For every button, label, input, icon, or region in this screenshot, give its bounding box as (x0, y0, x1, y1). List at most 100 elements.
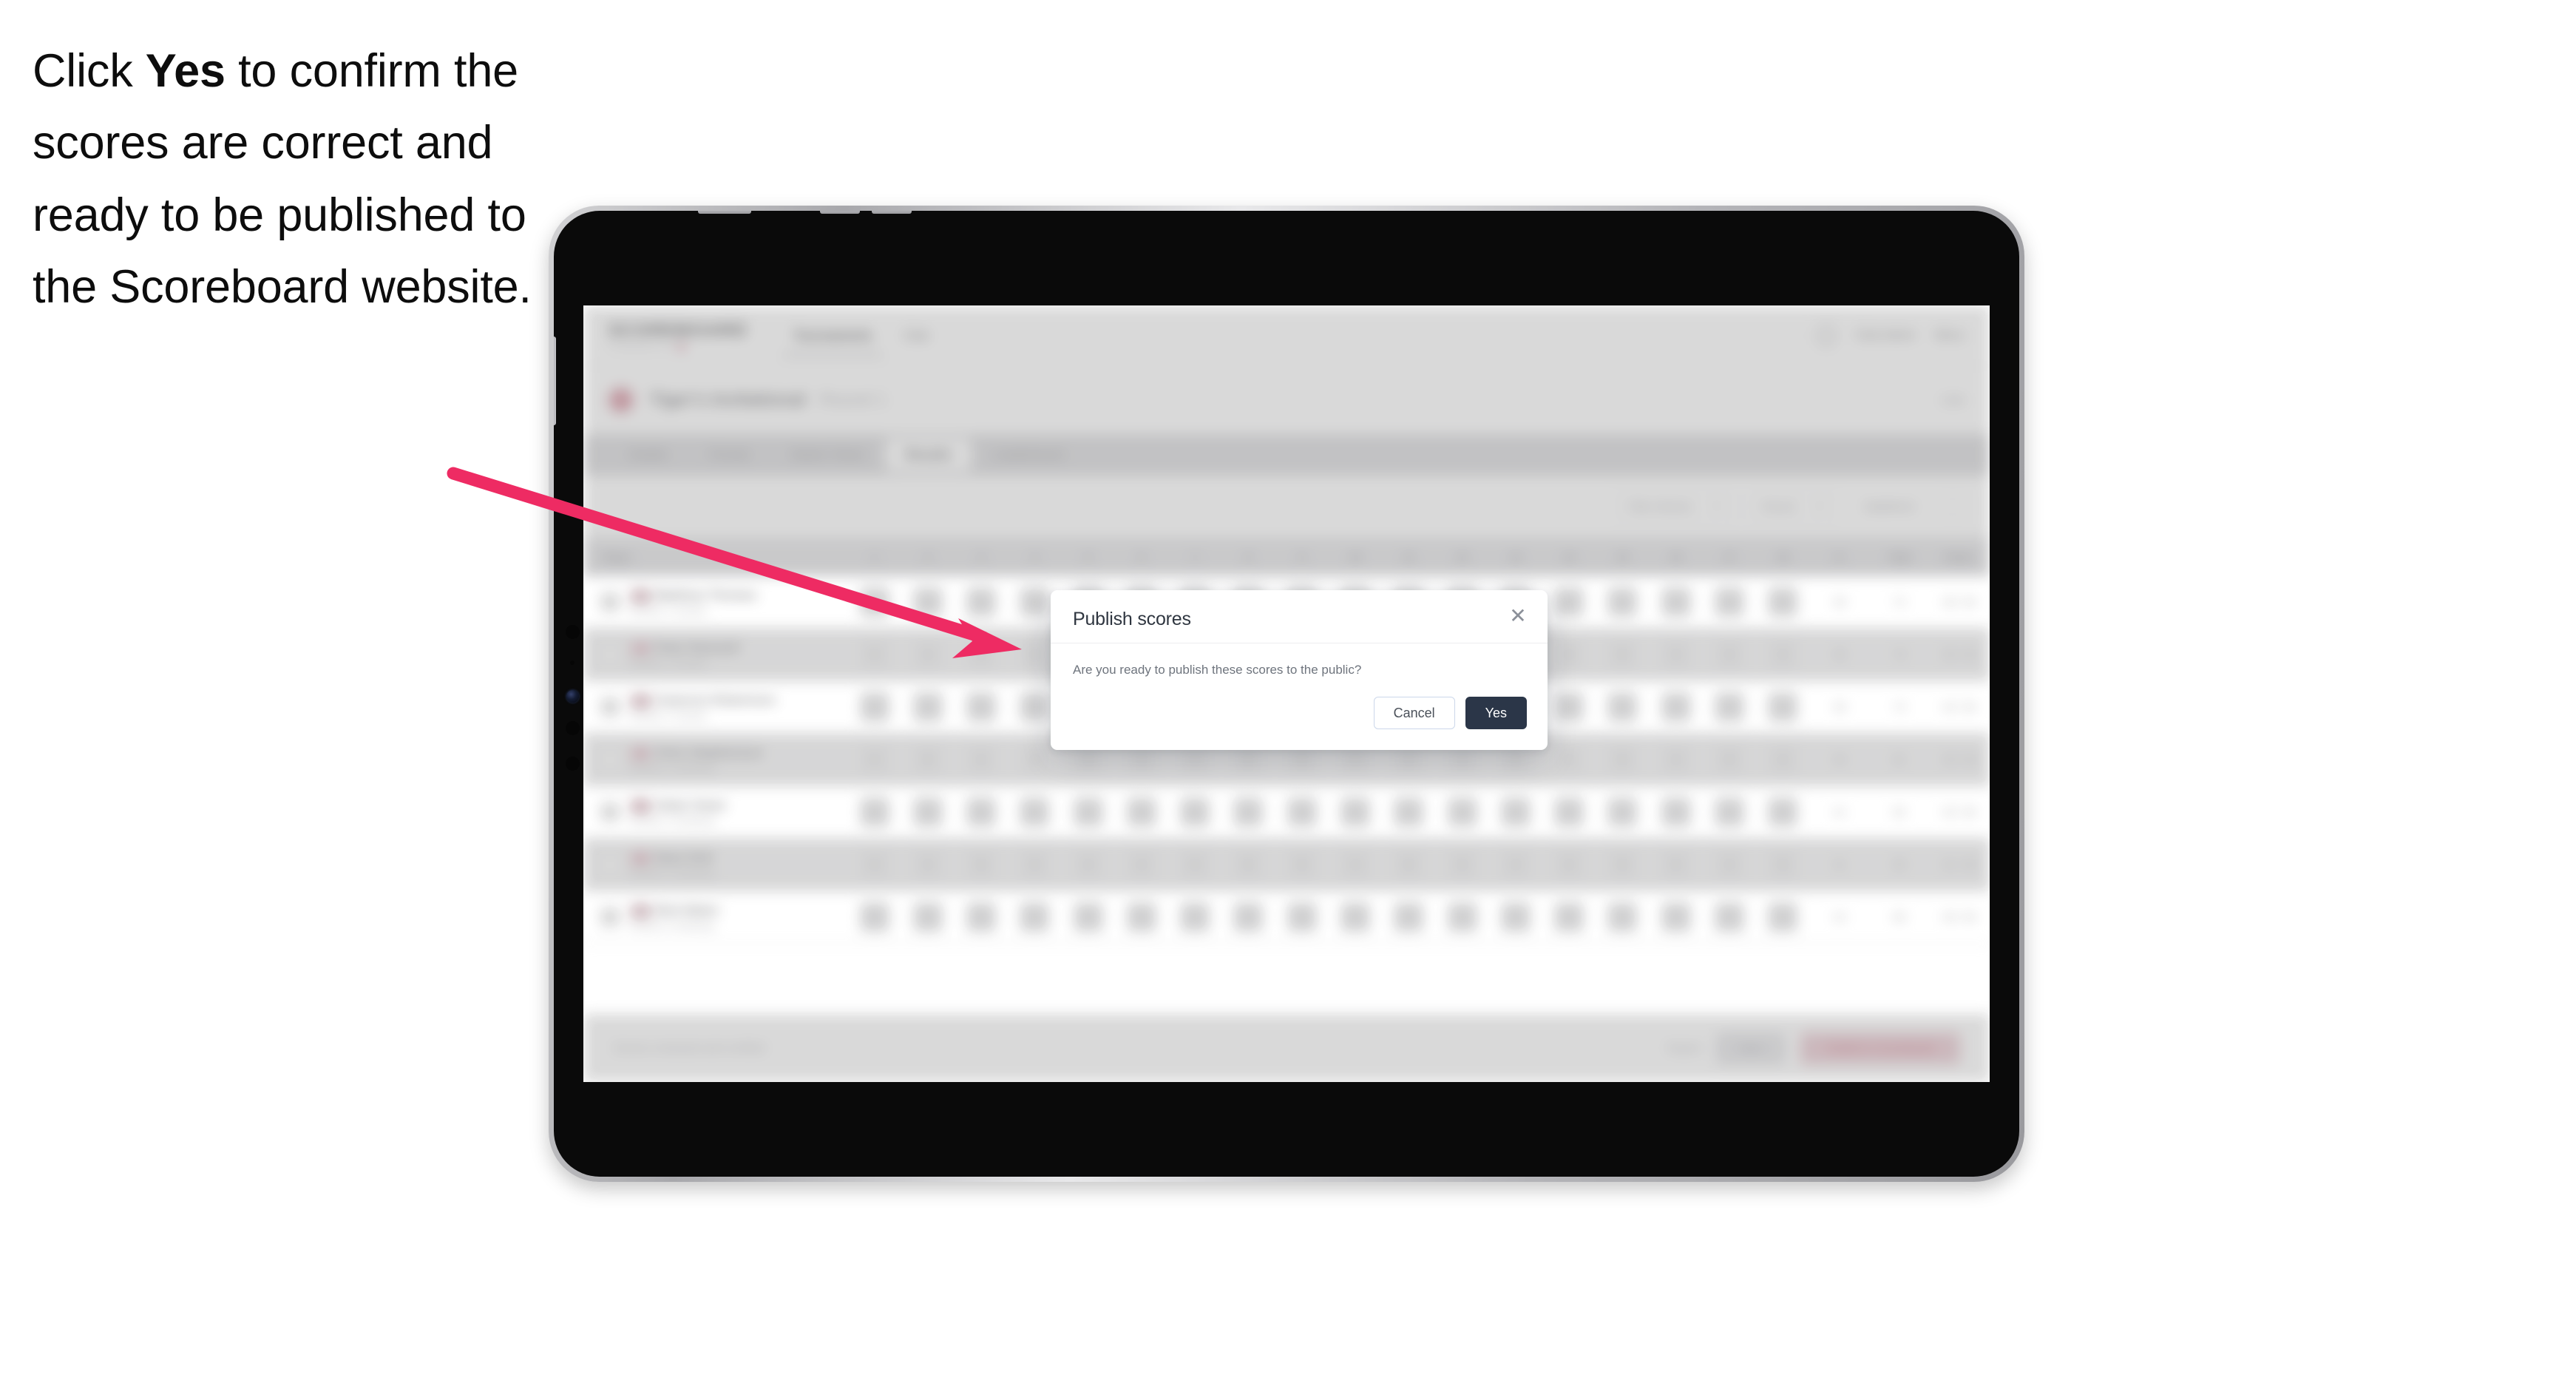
score-cell[interactable]: 4 (1168, 890, 1222, 944)
score-cell[interactable]: 5 (1702, 733, 1757, 786)
score-cell[interactable]: 4 (1649, 733, 1703, 786)
score-cell[interactable]: 5 (901, 890, 955, 944)
score-cell[interactable]: 4 (1221, 785, 1275, 839)
score-cell[interactable]: 4 (1542, 733, 1596, 786)
score-cell[interactable]: 4 (1008, 890, 1062, 944)
score-cell[interactable]: 4 (847, 680, 901, 734)
score-cell[interactable]: 5 (1328, 890, 1383, 944)
score-cell[interactable]: 4 (1756, 890, 1810, 944)
score-cell[interactable]: 5 (847, 733, 901, 786)
score-cell[interactable]: 5 (1275, 838, 1329, 891)
row-checkbox[interactable] (600, 907, 620, 927)
export-link[interactable]: Export (1667, 1042, 1701, 1055)
score-cell[interactable]: 4 (955, 628, 1009, 681)
tab-details[interactable]: Details (609, 434, 688, 476)
score-cell[interactable]: 4 (1756, 733, 1810, 786)
score-cell[interactable]: 4 (1702, 785, 1757, 839)
row-checkbox[interactable] (600, 592, 620, 612)
score-cell[interactable]: 4 (1649, 576, 1703, 629)
score-cell[interactable]: 4 (1542, 680, 1596, 734)
score-cell[interactable]: 5 (847, 890, 901, 944)
score-cell[interactable]: 5 (847, 838, 901, 891)
score-cell[interactable]: 4 (1114, 838, 1169, 891)
filter-division-select[interactable]: Filter division (1613, 491, 1735, 522)
score-cell[interactable]: 4 (901, 680, 955, 734)
score-cell[interactable]: 4 (1702, 838, 1757, 891)
score-cell[interactable]: 5 (1168, 785, 1222, 839)
score-cell[interactable]: 5 (1756, 785, 1810, 839)
filter-format-select[interactable]: Stableford (1850, 492, 1928, 521)
row-checkbox[interactable] (600, 802, 620, 822)
tab-leaderboard[interactable]: Leaderboard (972, 434, 1084, 476)
score-cell[interactable]: 5 (1596, 838, 1650, 891)
score-cell[interactable]: 5 (1382, 890, 1436, 944)
score-cell[interactable]: 4 (901, 628, 955, 681)
yes-button[interactable]: Yes (1465, 697, 1527, 729)
nav-item-club[interactable]: Club (904, 309, 929, 362)
score-cell[interactable]: 4 (1702, 628, 1757, 681)
bell-icon[interactable] (1817, 325, 1837, 345)
score-cell[interactable]: 4 (1596, 890, 1650, 944)
grid-view-icon[interactable] (1941, 495, 1965, 518)
score-cell[interactable]: 3 (1596, 576, 1650, 629)
score-cell[interactable]: 5 (1382, 838, 1436, 891)
score-cell[interactable]: 5 (1649, 785, 1703, 839)
score-cell[interactable]: 5 (1596, 733, 1650, 786)
row-checkbox[interactable] (600, 855, 620, 874)
score-cell[interactable]: 4 (1596, 680, 1650, 734)
score-cell[interactable]: 5 (1649, 890, 1703, 944)
score-cell[interactable]: 4 (1488, 838, 1542, 891)
score-cell[interactable]: 5 (1542, 785, 1596, 839)
score-cell[interactable]: 5 (955, 890, 1009, 944)
score-cell[interactable]: 5 (1008, 838, 1062, 891)
score-cell[interactable]: 4 (1756, 628, 1810, 681)
score-cell[interactable]: 5 (1435, 838, 1489, 891)
score-cell[interactable]: 4 (1061, 785, 1115, 839)
score-cell[interactable]: 4 (1435, 890, 1489, 944)
score-cell[interactable]: 4 (1649, 628, 1703, 681)
score-cell[interactable]: 4 (1061, 838, 1115, 891)
score-cell[interactable]: 4 (1328, 838, 1383, 891)
score-cell[interactable]: 5 (1168, 838, 1222, 891)
score-cell[interactable]: 5 (1382, 785, 1436, 839)
save-button[interactable]: Save (1716, 1032, 1786, 1064)
score-cell[interactable]: 5 (1221, 890, 1275, 944)
score-cell[interactable]: 5 (1488, 890, 1542, 944)
score-cell[interactable]: 5 (1114, 890, 1169, 944)
score-cell[interactable]: 5 (1061, 890, 1115, 944)
score-cell[interactable]: 4 (1702, 576, 1757, 629)
score-cell[interactable]: 4 (1488, 785, 1542, 839)
score-cell[interactable]: 3 (1702, 680, 1757, 734)
close-icon[interactable]: ✕ (1508, 606, 1528, 627)
score-cell[interactable]: 5 (1542, 576, 1596, 629)
score-cell[interactable]: 5 (1275, 785, 1329, 839)
nav-item-tournaments[interactable]: Tournaments (783, 309, 884, 362)
tab-starter-sheet[interactable]: Starter Sheet (770, 434, 885, 476)
score-cell[interactable]: 5 (1221, 838, 1275, 891)
score-cell[interactable]: 5 (1702, 890, 1757, 944)
score-cell[interactable]: 4 (847, 576, 901, 629)
score-cell[interactable]: 4 (1756, 680, 1810, 734)
score-cell[interactable]: 5 (1542, 890, 1596, 944)
score-cell[interactable]: 4 (1542, 838, 1596, 891)
score-cell[interactable]: 5 (1649, 680, 1703, 734)
score-cell[interactable]: 5 (955, 838, 1009, 891)
row-checkbox[interactable] (600, 750, 620, 769)
tab-results[interactable]: Results (884, 439, 972, 471)
score-cell[interactable]: 4 (847, 785, 901, 839)
score-cell[interactable]: 5 (1114, 785, 1169, 839)
score-cell[interactable]: 5 (1596, 628, 1650, 681)
score-cell[interactable]: 3 (901, 576, 955, 629)
table-row[interactable]: C1 Nick Baker Division 3 Handicap 5 5 5 4 5 5 4 5… (583, 890, 1990, 944)
score-cell[interactable]: 4 (1596, 785, 1650, 839)
score-cell[interactable]: 4 (1542, 628, 1596, 681)
nav-account-label[interactable]: Club Admin (1855, 329, 1916, 342)
score-cell[interactable]: 5 (955, 680, 1009, 734)
brand-logo[interactable]: SCOREBOARD POWERED BY (609, 320, 748, 351)
score-cell[interactable]: 4 (1008, 785, 1062, 839)
col-player[interactable]: Player (583, 538, 848, 576)
table-row[interactable]: B2 Adam Swan Division 2 Handicap 4 5 5 4 4 5 5 4 5… (583, 785, 1990, 839)
score-cell[interactable]: 5 (955, 785, 1009, 839)
cancel-button[interactable]: Cancel (1373, 697, 1455, 729)
publish-to-scoreboard-button[interactable]: Publish to Scoreboard (1800, 1032, 1960, 1064)
